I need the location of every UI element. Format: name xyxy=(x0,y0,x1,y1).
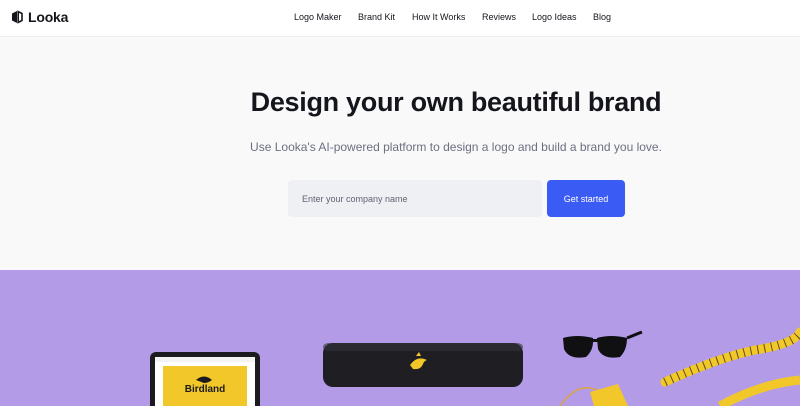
get-started-button[interactable]: Get started xyxy=(547,180,625,217)
product-showcase-banner: Birdland xyxy=(0,270,800,406)
nav-item-reviews[interactable]: Reviews xyxy=(482,12,516,22)
company-name-input[interactable] xyxy=(288,180,542,217)
nav-item-how-it-works[interactable]: How It Works xyxy=(412,12,465,22)
sunglasses-prop xyxy=(563,330,643,358)
hanging-tag-prop xyxy=(559,384,628,406)
branded-tube-mockup xyxy=(323,343,523,387)
tablet-mockup: Birdland xyxy=(150,352,260,406)
hero-headline: Design your own beautiful brand xyxy=(250,87,662,117)
measuring-tape-prop xyxy=(660,327,800,406)
nav-item-blog[interactable]: Blog xyxy=(593,12,611,22)
brand-mockup-image: Birdland xyxy=(150,327,800,406)
birdland-logo-text: Birdland xyxy=(185,384,226,395)
hero-subheadline: Use Looka's AI-powered platform to desig… xyxy=(250,140,662,154)
nav-item-logo-maker[interactable]: Logo Maker xyxy=(294,12,342,22)
hero-section: Design your own beautiful brand Use Look… xyxy=(0,37,800,270)
top-navigation-bar: Looka Logo Maker Brand Kit How It Works … xyxy=(0,0,800,37)
nav-item-brand-kit[interactable]: Brand Kit xyxy=(358,12,395,22)
main-navigation: Logo Maker Brand Kit How It Works Review… xyxy=(0,0,800,36)
nav-item-logo-ideas[interactable]: Logo Ideas xyxy=(532,12,577,22)
